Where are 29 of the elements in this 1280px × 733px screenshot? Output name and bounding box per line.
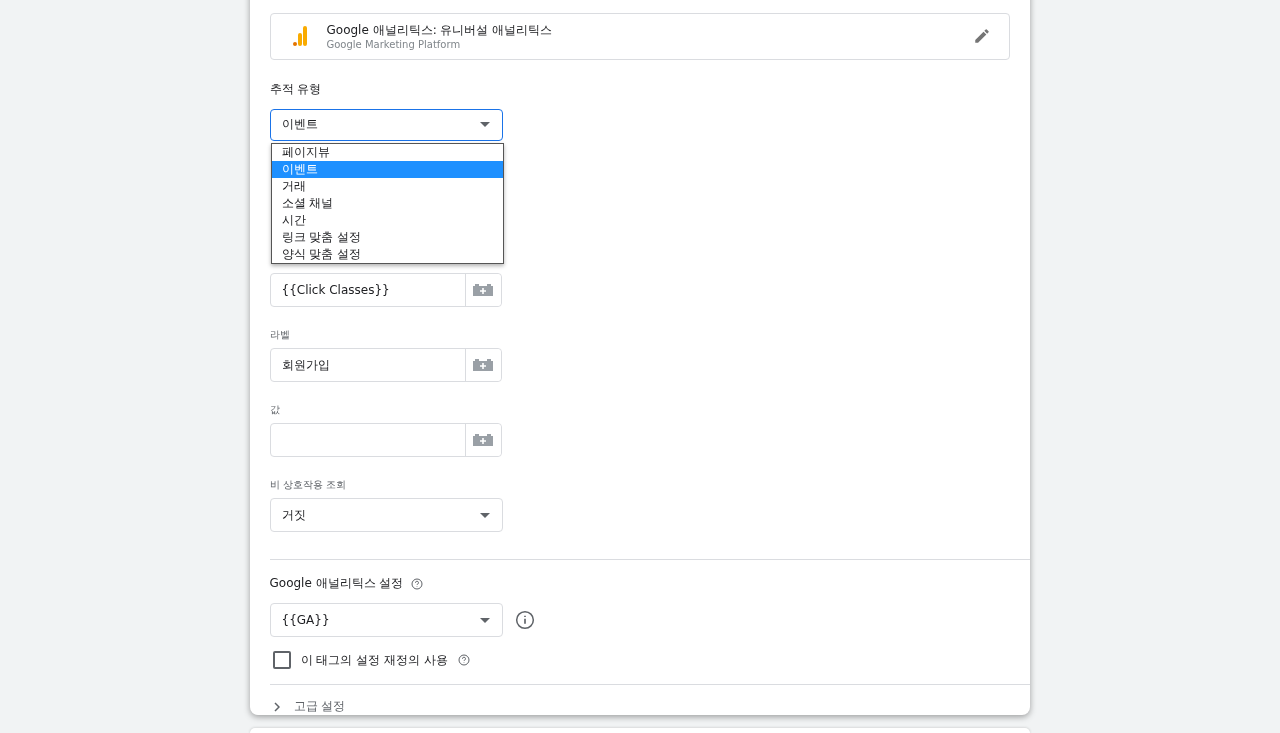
advanced-settings-toggle[interactable]: 고급 설정 — [269, 698, 346, 715]
caret-icon — [479, 122, 490, 128]
info-icon[interactable] — [514, 610, 535, 631]
help-icon[interactable] — [457, 654, 470, 667]
help-icon[interactable] — [411, 577, 424, 590]
tag-type-card[interactable]: Google 애널리틱스: 유니버설 애널리틱스 Google Marketing Platform — [269, 13, 1010, 60]
edit-icon[interactable] — [972, 27, 991, 46]
override-checkbox[interactable] — [272, 651, 291, 670]
caret-icon — [479, 512, 490, 518]
ga-settings-title: Google 애널리틱스 설정 — [269, 575, 404, 593]
non-interaction-select[interactable]: 거짓 — [269, 498, 503, 533]
ga-settings-select[interactable]: {{GA}} — [269, 603, 503, 638]
tag-type-title: Google 애널리틱스: 유니버설 애널리틱스 — [326, 22, 554, 40]
variable-button[interactable] — [464, 349, 501, 382]
dropdown-option[interactable]: 페이지뷰 — [271, 143, 503, 161]
tag-type-subtitle: Google Marketing Platform — [326, 39, 462, 51]
text-field[interactable]: 회원가입 — [269, 348, 502, 383]
text-field[interactable]: {{Click Classes}} — [269, 273, 502, 308]
tracking-type-label: 추적 유형 — [269, 80, 323, 98]
field-label: 비 상호작용 조회 — [269, 478, 347, 493]
variable-button[interactable] — [464, 274, 501, 307]
override-label: 이 태그의 설정 재정의 사용 — [300, 651, 448, 669]
analytics-logo-icon — [292, 26, 307, 47]
field-label: 값 — [269, 403, 281, 418]
text-field[interactable] — [269, 423, 502, 458]
field-label: 라벨 — [269, 328, 291, 343]
variable-button[interactable] — [464, 424, 501, 457]
chevron-icon — [273, 701, 280, 712]
caret-icon — [479, 617, 490, 623]
